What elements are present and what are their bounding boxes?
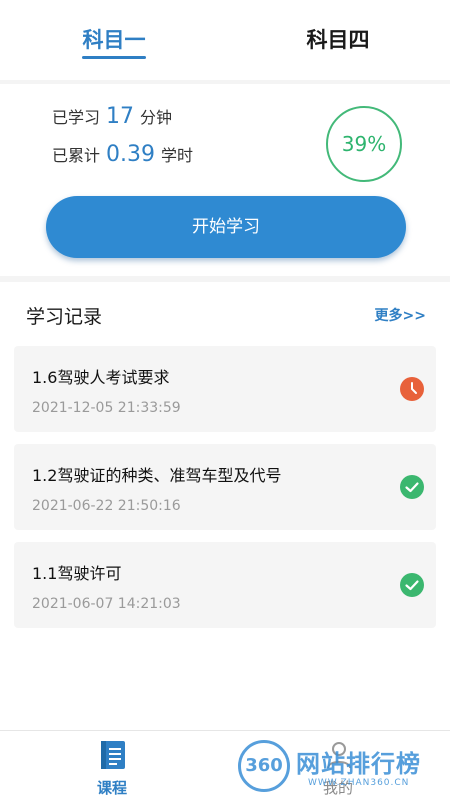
record-title: 1.2驾驶证的种类、准驾车型及代号 bbox=[32, 466, 282, 485]
book-icon bbox=[101, 741, 125, 769]
nav-course[interactable]: 课程 bbox=[62, 731, 162, 800]
records-more-link[interactable]: 更多>> bbox=[375, 305, 426, 325]
studied-unit: 分钟 bbox=[140, 108, 173, 127]
clock-icon bbox=[400, 377, 424, 401]
active-tab-indicator bbox=[82, 56, 146, 59]
studied-minutes-line: 已学习 17 分钟 bbox=[52, 104, 172, 129]
watermark-logo: 360 bbox=[238, 740, 290, 792]
total-label: 已累计 bbox=[52, 146, 101, 165]
total-hours-value: 0.39 bbox=[106, 142, 155, 167]
records-title: 学习记录 bbox=[26, 306, 103, 328]
total-hours-line: 已累计 0.39 学时 bbox=[52, 142, 193, 167]
watermark: 360 网站排行榜 WWW.ZHAN360.CN bbox=[238, 738, 448, 798]
record-title: 1.1驾驶许可 bbox=[32, 564, 122, 583]
nav-course-label: 课程 bbox=[96, 779, 127, 797]
study-records-section: 学习记录 更多>> 1.6驾驶人考试要求 2021-12-05 21:33:59… bbox=[0, 282, 450, 730]
watermark-text: 网站排行榜 bbox=[296, 750, 421, 778]
start-study-button[interactable]: 开始学习 bbox=[46, 196, 406, 258]
watermark-url: WWW.ZHAN360.CN bbox=[308, 778, 410, 788]
record-title: 1.6驾驶人考试要求 bbox=[32, 368, 170, 387]
check-icon bbox=[400, 475, 424, 499]
record-timestamp: 2021-06-07 14:21:03 bbox=[32, 596, 181, 612]
studied-minutes-value: 17 bbox=[106, 104, 135, 129]
record-timestamp: 2021-06-22 21:50:16 bbox=[32, 498, 181, 514]
studied-label: 已学习 bbox=[52, 108, 101, 127]
record-timestamp: 2021-12-05 21:33:59 bbox=[32, 400, 181, 416]
total-unit: 学时 bbox=[161, 146, 194, 165]
record-item[interactable]: 1.2驾驶证的种类、准驾车型及代号 2021-06-22 21:50:16 bbox=[14, 444, 436, 530]
tab-subject-four[interactable]: 科目四 bbox=[278, 24, 398, 64]
record-item[interactable]: 1.6驾驶人考试要求 2021-12-05 21:33:59 bbox=[14, 346, 436, 432]
progress-percent-badge: 39% bbox=[326, 106, 402, 182]
check-icon bbox=[400, 573, 424, 597]
record-item[interactable]: 1.1驾驶许可 2021-06-07 14:21:03 bbox=[14, 542, 436, 628]
subject-tabs: 科目一 科目四 bbox=[0, 0, 450, 80]
study-stats-card: 已学习 17 分钟 已累计 0.39 学时 39% 开始学习 bbox=[0, 84, 450, 276]
